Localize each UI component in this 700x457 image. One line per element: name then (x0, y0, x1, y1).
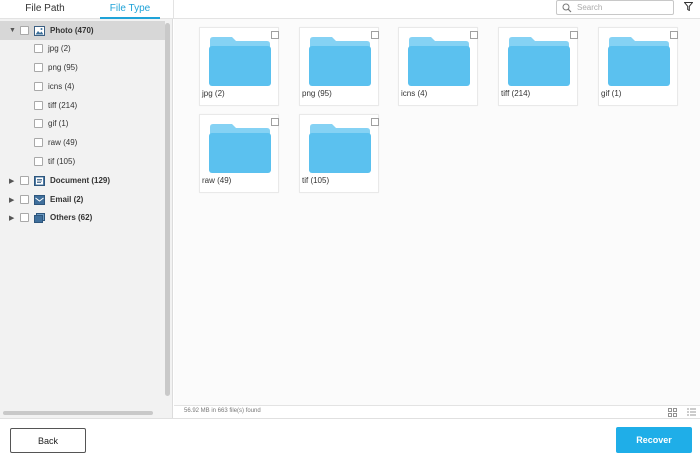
sidebar-vertical-scrollbar[interactable] (165, 23, 170, 396)
tree-item-gif[interactable]: gif (1) (0, 114, 165, 133)
folder-card-jpg[interactable]: jpg (2) (199, 27, 279, 106)
tree-item-document[interactable]: ▶ Document (129) (0, 171, 165, 190)
status-text: 56.92 MB in 663 file(s) found (184, 408, 261, 414)
folder-label: jpg (2) (202, 89, 225, 98)
tree-item-label: Others (62) (50, 213, 93, 222)
folder-icon (608, 37, 670, 86)
tree-item-others[interactable]: ▶ Others (62) (0, 208, 165, 227)
tab-divider (173, 0, 174, 19)
chevron-right-icon[interactable]: ▶ (9, 214, 15, 222)
tree-item-email[interactable]: ▶ Email (2) (0, 190, 165, 209)
search-input[interactable] (577, 1, 671, 14)
sidebar: ▼ Photo (470) jpg (2) png (95) icns (4) … (0, 19, 173, 418)
tree-item-label: Photo (470) (50, 26, 94, 35)
folder-card-tif[interactable]: tif (105) (299, 114, 379, 193)
folder-label: gif (1) (601, 89, 622, 98)
tree-item-jpg[interactable]: jpg (2) (0, 39, 165, 58)
checkbox-jpg[interactable] (34, 44, 43, 53)
checkbox-tiff[interactable] (34, 101, 43, 110)
folder-icon (408, 37, 470, 86)
tree-item-label: jpg (2) (48, 44, 71, 53)
folder-label: tiff (214) (501, 89, 531, 98)
folder-card-icns[interactable]: icns (4) (398, 27, 478, 106)
tree-item-tif[interactable]: tif (105) (0, 152, 165, 171)
folder-label: raw (49) (202, 176, 232, 185)
folder-icon (508, 37, 570, 86)
folder-label: png (95) (302, 89, 332, 98)
checkbox-email[interactable] (20, 195, 29, 204)
grid-view-icon[interactable] (668, 408, 677, 417)
tree-item-label: tiff (214) (48, 101, 78, 110)
search-box[interactable] (556, 0, 674, 15)
others-icon (34, 212, 45, 223)
status-bar: 56.92 MB in 663 file(s) found (174, 405, 700, 418)
filter-icon[interactable] (684, 2, 693, 11)
checkbox-tif[interactable] (34, 157, 43, 166)
folder-icon (209, 124, 271, 173)
checkbox-tif-card[interactable] (371, 118, 379, 126)
checkbox-photo[interactable] (20, 26, 29, 35)
folder-icon (309, 37, 371, 86)
checkbox-icns[interactable] (34, 82, 43, 91)
chevron-right-icon[interactable]: ▶ (9, 177, 15, 185)
tree-item-label: icns (4) (48, 82, 75, 91)
checkbox-png-card[interactable] (371, 31, 379, 39)
recover-button[interactable]: Recover (616, 427, 692, 453)
checkbox-others[interactable] (20, 213, 29, 222)
top-bar: File Path File Type (0, 0, 700, 19)
checkbox-tiff-card[interactable] (570, 31, 578, 39)
email-icon (34, 194, 45, 205)
tree-item-label: tif (105) (48, 157, 76, 166)
tab-file-path[interactable]: File Path (0, 0, 90, 19)
checkbox-png[interactable] (34, 63, 43, 72)
tree-item-photo[interactable]: ▼ Photo (470) (0, 21, 165, 40)
search-icon (562, 3, 572, 13)
folder-card-png[interactable]: png (95) (299, 27, 379, 106)
chevron-right-icon[interactable]: ▶ (9, 196, 15, 204)
folder-card-raw[interactable]: raw (49) (199, 114, 279, 193)
folder-card-tiff[interactable]: tiff (214) (498, 27, 578, 106)
folder-label: tif (105) (302, 176, 330, 185)
folder-card-gif[interactable]: gif (1) (598, 27, 678, 106)
sidebar-horizontal-scrollbar[interactable] (3, 411, 153, 415)
tree-item-raw[interactable]: raw (49) (0, 133, 165, 152)
checkbox-gif-card[interactable] (670, 31, 678, 39)
tree-item-label: raw (49) (48, 138, 78, 147)
file-grid: jpg (2) png (95) icns (4) tiff (214) gif (174, 19, 700, 405)
chevron-down-icon[interactable]: ▼ (9, 27, 16, 34)
list-view-icon[interactable] (687, 408, 696, 417)
checkbox-jpg-card[interactable] (271, 31, 279, 39)
checkbox-icns-card[interactable] (470, 31, 478, 39)
bottom-bar: Back Recover (0, 418, 700, 457)
tree-item-label: Email (2) (50, 195, 84, 204)
document-icon (34, 175, 45, 186)
tree-item-label: Document (129) (50, 176, 111, 185)
tree-item-png[interactable]: png (95) (0, 58, 165, 77)
folder-label: icns (4) (401, 89, 428, 98)
folder-icon (209, 37, 271, 86)
folder-icon (309, 124, 371, 173)
tree-item-icns[interactable]: icns (4) (0, 77, 165, 96)
checkbox-raw[interactable] (34, 138, 43, 147)
checkbox-gif[interactable] (34, 119, 43, 128)
photo-icon (34, 25, 45, 36)
tree-item-label: gif (1) (48, 119, 69, 128)
tree-item-tiff[interactable]: tiff (214) (0, 96, 165, 115)
back-button[interactable]: Back (10, 428, 86, 453)
tree-item-label: png (95) (48, 63, 78, 72)
checkbox-document[interactable] (20, 176, 29, 185)
checkbox-raw-card[interactable] (271, 118, 279, 126)
